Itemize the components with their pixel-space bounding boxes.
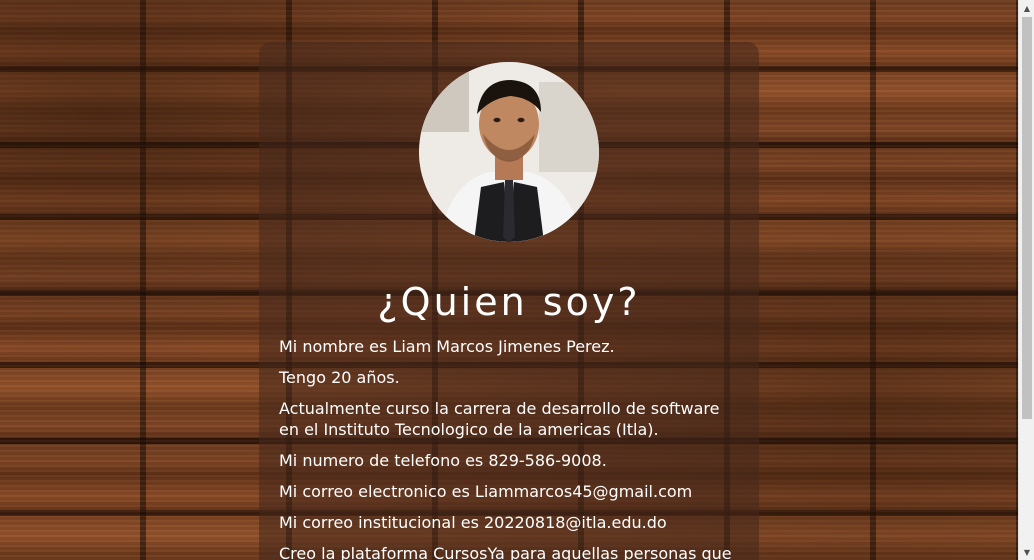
info-email: Mi correo electronico es Liammarcos45@gm… — [279, 482, 693, 501]
info-age: Tengo 20 años. — [279, 368, 400, 387]
page-title: ¿Quien soy? — [377, 280, 641, 324]
info-phone: Mi numero de telefono es 829-586-9008. — [279, 451, 607, 470]
scroll-up-icon[interactable]: ▲ — [1019, 0, 1034, 16]
info-platform: Creo la plataforma CursosYa para aquella… — [279, 544, 732, 560]
info-section: Mi nombre es Liam Marcos Jimenes Perez. … — [279, 336, 739, 560]
scroll-down-icon[interactable]: ▼ — [1019, 544, 1034, 560]
vertical-scrollbar[interactable]: ▲ ▼ — [1018, 0, 1034, 560]
profile-card: ¿Quien soy? Mi nombre es Liam Marcos Jim… — [259, 42, 759, 560]
info-name: Mi nombre es Liam Marcos Jimenes Perez. — [279, 337, 615, 356]
scroll-thumb[interactable] — [1022, 17, 1032, 419]
profile-photo-icon — [419, 62, 599, 242]
info-institutional-email: Mi correo institucional es 20220818@itla… — [279, 513, 667, 532]
info-career: Actualmente curso la carrera de desarrol… — [279, 399, 720, 439]
avatar — [419, 62, 599, 242]
